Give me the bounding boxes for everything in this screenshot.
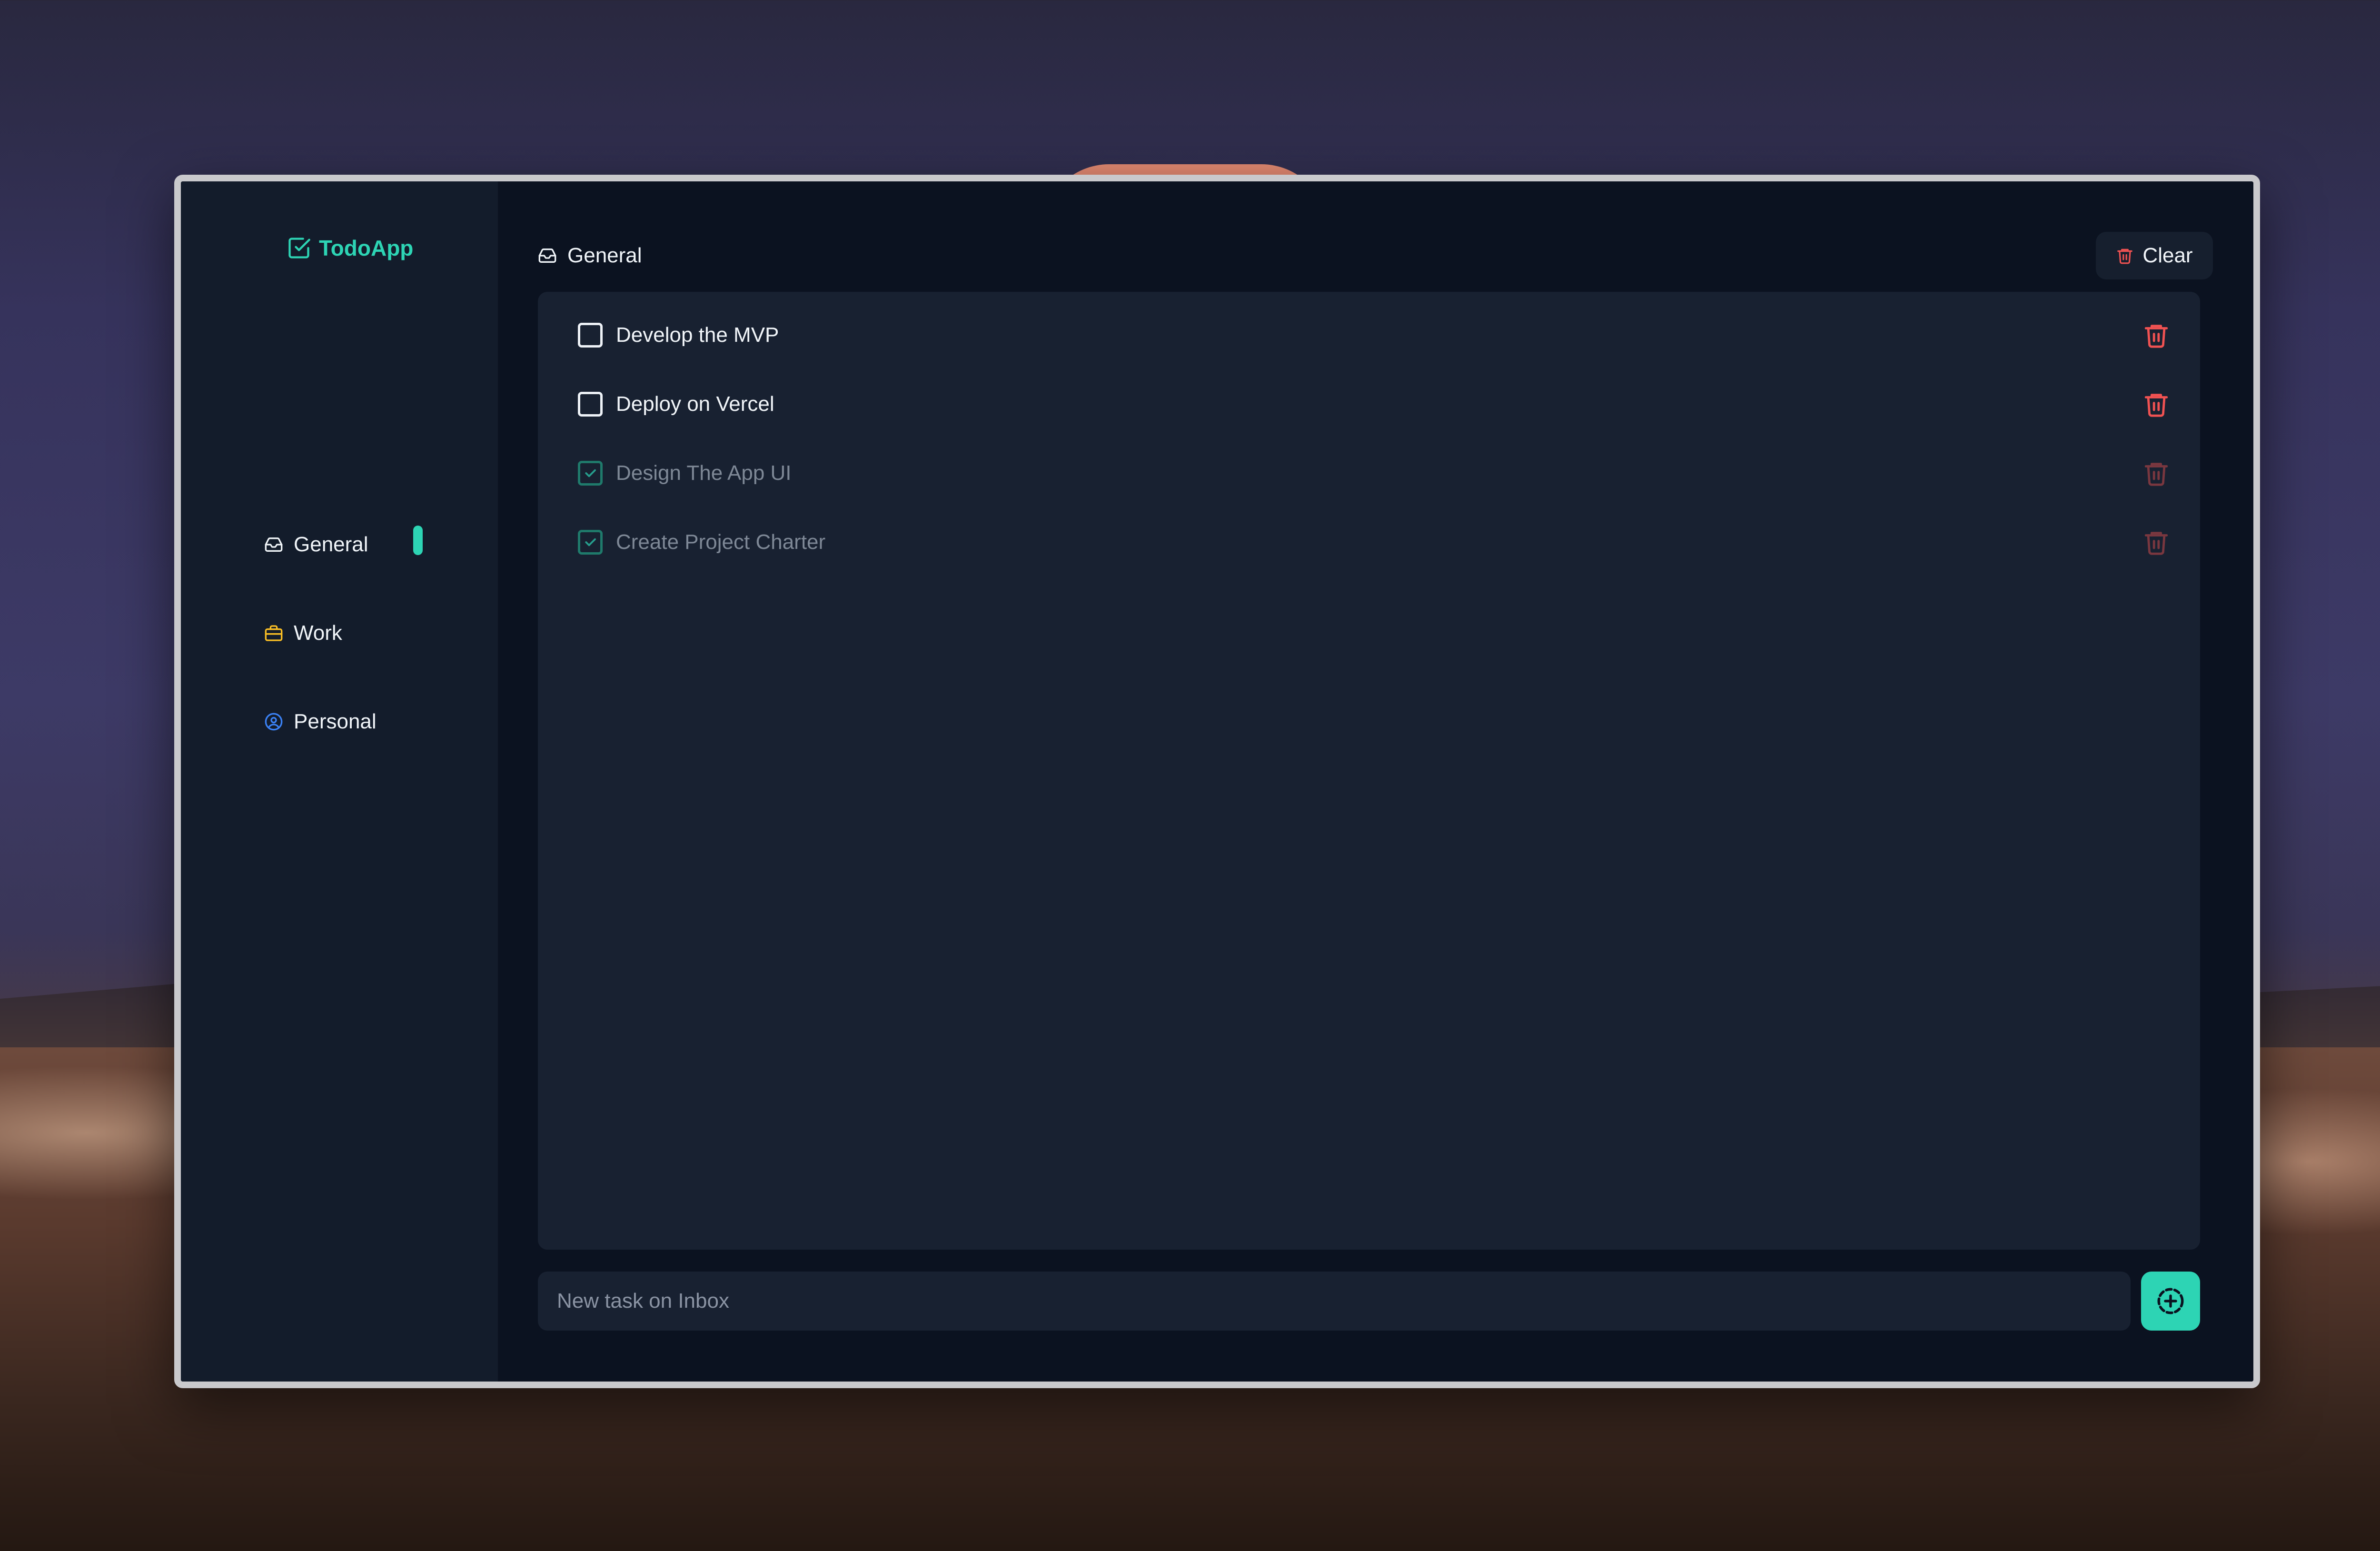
task-checkbox[interactable] bbox=[578, 530, 603, 555]
inbox-icon bbox=[265, 537, 283, 552]
task-text: Design The App UI bbox=[616, 461, 792, 485]
sidebar-item-work[interactable]: Work bbox=[264, 614, 342, 652]
sidebar-item-label: Personal bbox=[294, 710, 377, 733]
add-task-button[interactable] bbox=[2141, 1272, 2200, 1331]
plus-circle-icon bbox=[2157, 1288, 2184, 1314]
sidebar-item-label: General bbox=[294, 533, 368, 556]
sidebar-item-personal[interactable]: Personal bbox=[264, 703, 377, 741]
new-task-input[interactable] bbox=[538, 1272, 2131, 1331]
inbox-icon bbox=[538, 249, 556, 263]
task-checkbox[interactable] bbox=[578, 392, 603, 417]
task-text: Develop the MVP bbox=[616, 323, 779, 347]
main-content: General Clear Develop the MVP Deploy on bbox=[498, 181, 2253, 1382]
app-name: TodoApp bbox=[319, 236, 414, 260]
sidebar-item-general[interactable]: General bbox=[264, 526, 368, 564]
clear-button[interactable]: Clear bbox=[2096, 232, 2213, 279]
sidebar-item-label: Work bbox=[294, 621, 342, 645]
page-title: General bbox=[538, 232, 642, 279]
check-square-icon bbox=[288, 238, 310, 258]
task-text: Deploy on Vercel bbox=[616, 392, 774, 416]
task-item: Design The App UI bbox=[578, 449, 2173, 497]
app-window: TodoApp General Work Personal General Cl… bbox=[174, 175, 2260, 1388]
check-icon bbox=[585, 469, 596, 477]
app-brand[interactable]: TodoApp bbox=[287, 229, 413, 267]
check-icon bbox=[585, 538, 596, 547]
briefcase-icon bbox=[265, 625, 283, 641]
task-item: Develop the MVP bbox=[578, 311, 2173, 359]
task-composer bbox=[538, 1272, 2200, 1331]
trash-icon bbox=[2144, 325, 2168, 348]
delete-task-button[interactable] bbox=[2139, 456, 2173, 490]
task-list: Develop the MVP Deploy on Vercel Design … bbox=[538, 292, 2200, 1250]
delete-task-button[interactable] bbox=[2139, 525, 2173, 559]
task-item: Create Project Charter bbox=[578, 518, 2173, 566]
sidebar: TodoApp General Work Personal bbox=[181, 181, 498, 1382]
trash-icon bbox=[2144, 463, 2168, 486]
trash-icon bbox=[2117, 249, 2133, 264]
task-checkbox[interactable] bbox=[578, 461, 603, 486]
user-circle-icon bbox=[265, 713, 283, 731]
trash-icon bbox=[2144, 394, 2168, 417]
task-item: Deploy on Vercel bbox=[578, 380, 2173, 428]
task-text: Create Project Charter bbox=[616, 530, 826, 554]
active-indicator bbox=[413, 526, 423, 555]
trash-icon bbox=[2144, 532, 2168, 555]
task-checkbox[interactable] bbox=[578, 323, 603, 348]
delete-task-button[interactable] bbox=[2139, 318, 2173, 352]
clear-button-label: Clear bbox=[2142, 244, 2193, 267]
page-title-text: General bbox=[567, 244, 642, 267]
delete-task-button[interactable] bbox=[2139, 387, 2173, 421]
